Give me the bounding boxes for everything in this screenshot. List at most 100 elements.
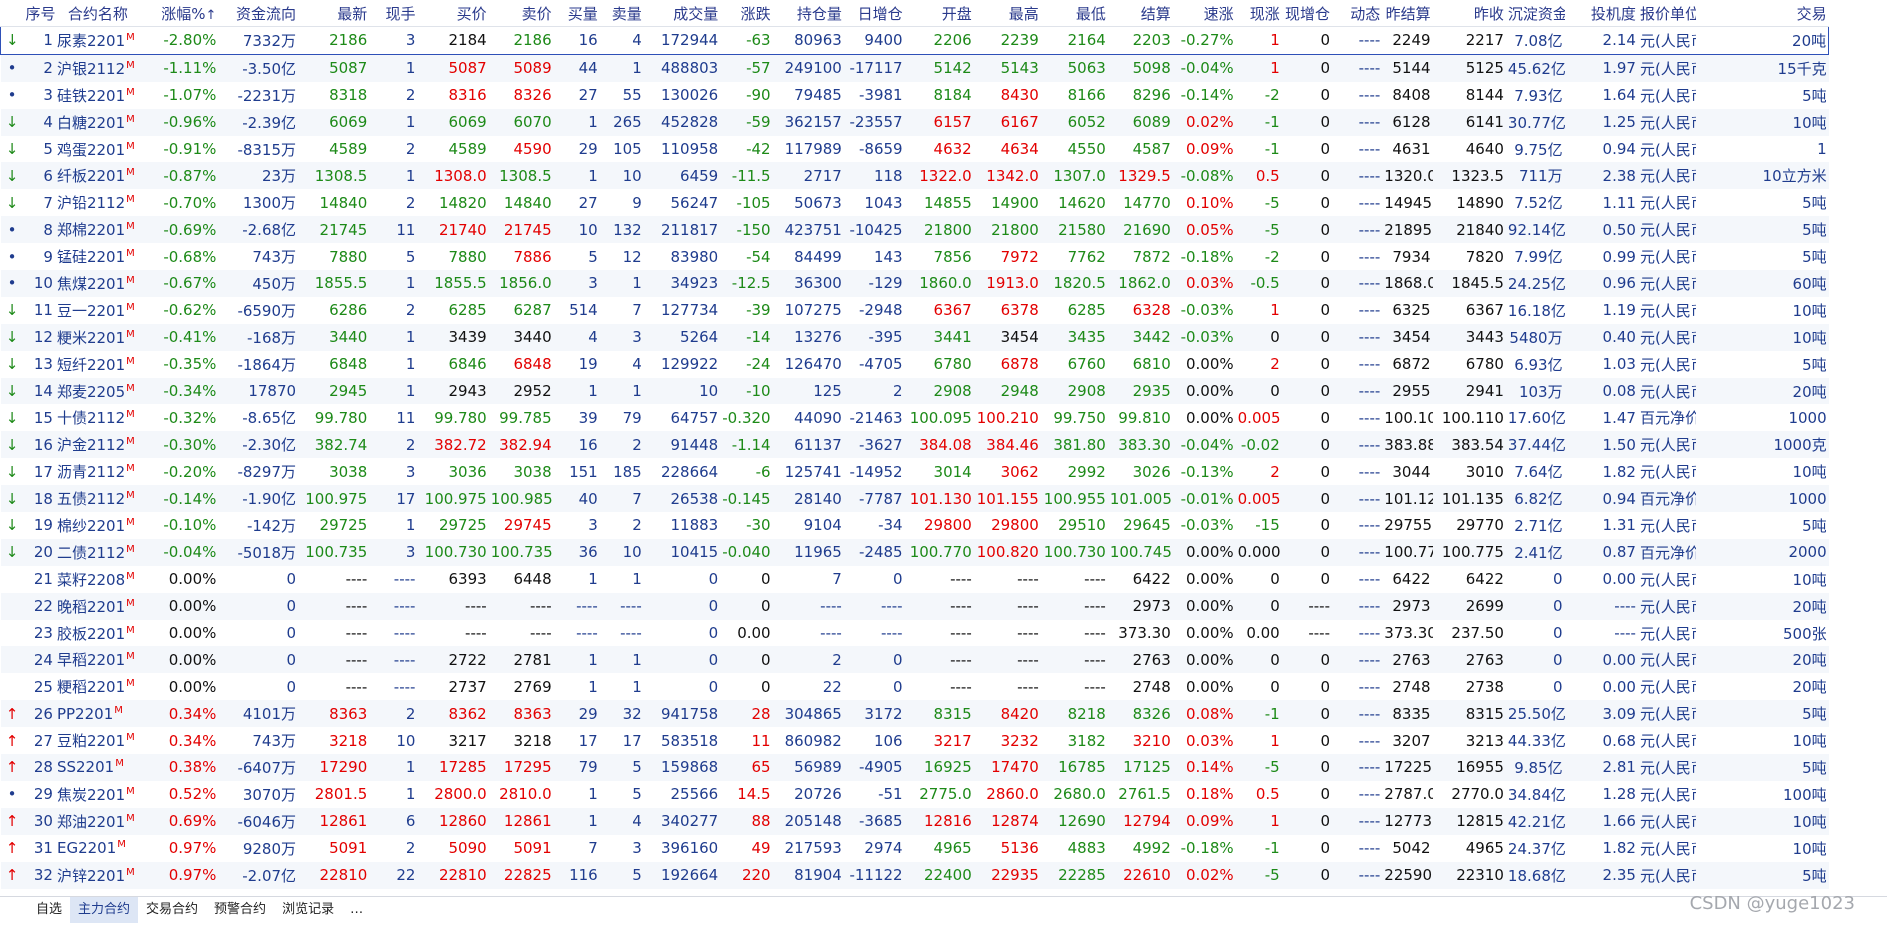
table-row[interactable]: ↑ 26 PP2201M 0.34% 4101万 8363 2 8362 8363 29 32 941… <box>0 700 1887 728</box>
table-row[interactable]: • 10 焦煤2201M -0.67% 450万 1855.5 1 1855.5 1856.0 3… <box>0 270 1887 297</box>
header-ask[interactable]: 卖价 <box>488 0 554 27</box>
header-settle[interactable]: 结算 <box>1107 0 1173 27</box>
table-row[interactable]: ↓ 12 粳米2201M -0.41% -168万 3440 1 3439 3440 4 3 5264… <box>0 323 1887 351</box>
header-bidv[interactable]: 买量 <box>553 0 600 27</box>
empty-indicator <box>1 620 24 647</box>
table-row[interactable]: ↓ 18 五债2112M -0.14% -1.90亿 100.975 17 100.975 10… <box>0 485 1887 513</box>
table-row[interactable]: ↓ 16 沪金2112M -0.30% -2.30亿 382.74 2 382.72 382.9… <box>0 431 1887 459</box>
table-row[interactable]: ↓ 5 鸡蛋2201M -0.91% -8315万 4589 2 4589 4590 29 105 1… <box>1 136 1887 163</box>
tab-2[interactable]: 交易合约 <box>138 897 206 923</box>
header-vol[interactable]: 成交量 <box>643 0 721 27</box>
header-cur[interactable]: 现涨 <box>1235 0 1282 27</box>
table-row[interactable]: 24 早稻2201M 0.00% 0 ---- ---- 2722 2781 1 1 0 0 2 0 ---… <box>0 646 1887 674</box>
cell-curoi: 0 <box>1281 54 1333 82</box>
table-row[interactable]: ↑ 28 SS2201M 0.38% -6407万 17290 1 17285 17295 79 5… <box>0 754 1887 781</box>
table-row[interactable]: • 8 郑棉2201M -0.69% -2.68亿 21745 11 21740 21745 10… <box>0 216 1887 244</box>
header-hand[interactable]: 现手 <box>369 0 418 27</box>
table-row[interactable]: ↑ 30 郑油2201M 0.69% -6046万 12861 6 12860 12861 1 4 3… <box>0 807 1887 835</box>
header-name[interactable]: 合约名称 <box>54 0 141 27</box>
header-bid[interactable]: 买价 <box>417 0 489 27</box>
cell-unit: 元(人民币)/吨 <box>1637 700 1696 728</box>
cell-curoi: 0 <box>1281 646 1333 674</box>
cell-pclose: 12815 <box>1432 807 1506 835</box>
table-row[interactable]: ↓ 14 郑麦2205M -0.34% 17870 2945 1 2943 2952 1 1 10 -1… <box>0 377 1887 405</box>
cell-unit: 元(人民币)/吨 <box>1637 861 1696 889</box>
cell-open: 2775.0 <box>919 785 972 804</box>
cell-askv: 10 <box>599 538 644 566</box>
table-row[interactable]: ↓ 17 沥青2112M -0.20% -8297万 3038 3 3036 3038 151 18… <box>1 458 1887 485</box>
tab-3[interactable]: 预警合约 <box>206 897 274 923</box>
header-dyn[interactable]: 动态 <box>1332 0 1383 27</box>
cell-settle: 2761.5 <box>1118 785 1171 804</box>
header-cap[interactable]: 沉淀资金 <box>1505 0 1565 27</box>
tab-0[interactable]: 自选 <box>28 897 70 923</box>
cell-curoi: 0 <box>1281 485 1333 513</box>
cell-open: ---- <box>904 592 974 620</box>
table-row[interactable]: ↓ 20 二债2112M -0.04% -5018万 100.735 3 100.730 100… <box>0 538 1887 566</box>
cell-psettle: 5144 <box>1382 54 1433 82</box>
header-speed[interactable]: 速涨 <box>1172 0 1236 27</box>
tab-1[interactable]: 主力合约 <box>70 897 139 923</box>
cell-low: ---- <box>1084 624 1106 643</box>
cell-cap: 24.37亿 <box>1507 839 1565 858</box>
table-row[interactable]: ↓ 19 棉纱2201M -0.10% -142万 29725 1 29725 29745 3 2 1… <box>1 512 1887 539</box>
table-row[interactable]: ↓ 11 豆一2201M -0.62% -6590万 6286 2 6285 6287 514 7 1… <box>1 297 1887 324</box>
table-row[interactable]: ↓ 6 纤板2201M -0.87% 23万 1308.5 1 1308.0 1308.5 1 10… <box>0 162 1887 190</box>
header-open[interactable]: 开盘 <box>904 0 974 27</box>
cell-askv: 7 <box>599 485 644 513</box>
table-row[interactable]: 25 粳稻2201M 0.00% 0 ---- ---- 2737 2769 1 1 0 0 22 0 --… <box>1 673 1887 700</box>
header-no[interactable]: 序号 <box>23 0 55 27</box>
table-row[interactable]: • 9 锰硅2201M -0.68% 743万 7880 5 7880 7886 5 12 83980… <box>1 243 1887 270</box>
cell-diff: 0.00 <box>737 624 771 643</box>
header-spec[interactable]: 投机度 <box>1564 0 1638 27</box>
header-flow[interactable]: 资金流向 <box>218 0 299 27</box>
tab-4[interactable]: 浏览记录 <box>274 897 342 923</box>
cell-cap: 7.93亿 <box>1514 86 1563 105</box>
cell-doi: -10425 <box>843 216 905 244</box>
tab-5[interactable]: … <box>342 897 371 923</box>
header-unit[interactable]: 报价单位 <box>1637 0 1696 27</box>
table-row[interactable]: 21 菜籽2208M 0.00% 0 ---- ---- 6393 6448 1 1 0 0 7 0 ---… <box>1 566 1887 593</box>
table-row[interactable]: ↓ 4 白糖2201M -0.96% -2.39亿 6069 1 6069 6070 1 265 45… <box>0 108 1887 136</box>
header-chg[interactable]: 涨幅%↑ <box>140 0 219 27</box>
contract-name: 棉纱2201 <box>56 516 126 535</box>
header-askv[interactable]: 卖量 <box>599 0 644 27</box>
cell-unit: 元(人民币)/吨 <box>1639 570 1696 589</box>
header-pclose[interactable]: 昨收 <box>1432 0 1506 27</box>
header-low[interactable]: 最低 <box>1040 0 1108 27</box>
table-row[interactable]: ↓ 15 十债2112M -0.32% -8.65亿 99.780 11 99.780 99.7… <box>1 404 1887 431</box>
table-row[interactable]: ↓ 7 沪铅2112M -0.70% 1300万 14840 2 14820 14840 27 9 5… <box>1 189 1887 216</box>
header-psettle[interactable]: 昨结算 <box>1382 0 1433 27</box>
table-row[interactable]: • 3 硅铁2201M -1.07% -2231万 8318 2 8316 8326 27 55 13… <box>1 82 1887 109</box>
cell-curoi: 0 <box>1281 162 1333 190</box>
table-row[interactable]: ↑ 32 沪锌2201M 0.97% -2.07亿 22810 22 22810 22825 11… <box>0 861 1887 889</box>
cell-dyn: ---- <box>1358 247 1381 266</box>
table-row[interactable]: ↓ 13 短纤2201M -0.35% -1864万 6848 1 6846 6848 19 4 12… <box>1 351 1887 378</box>
cell-bid: 6846 <box>448 355 487 374</box>
cell-flow: 23万 <box>218 162 299 190</box>
sort-asc-icon: ↑ <box>205 7 217 23</box>
table-row[interactable]: • 29 焦炭2201M 0.52% 3070万 2801.5 1 2800.0 2810.0 1… <box>1 781 1887 808</box>
cell-settle: 373.30 <box>1118 624 1171 643</box>
table-row[interactable]: ↑ 27 豆粕2201M 0.34% 743万 3218 10 3217 3218 17 17 583… <box>1 727 1887 754</box>
header-doi[interactable]: 日增仓 <box>843 0 905 27</box>
cell-settle: 17125 <box>1107 754 1173 781</box>
header-high[interactable]: 最高 <box>973 0 1041 27</box>
header-trade[interactable]: 交易 <box>1695 0 1829 27</box>
cell-spec: 2.35 <box>1564 861 1638 889</box>
cell-spec: 0.96 <box>1564 270 1638 297</box>
cell-low: 8166 <box>1067 86 1106 105</box>
table-row[interactable]: 22 晚稻2201M 0.00% 0 ---- ---- ---- ---- ---- ---- 0… <box>0 592 1887 620</box>
table-row[interactable]: ↑ 31 EG2201M 0.97% 9280万 5091 2 5090 5091 7 3 39616… <box>1 835 1887 862</box>
cell-bidv: 16 <box>553 431 600 459</box>
table-row[interactable]: ↓ 1 尿素2201M -2.80% 7332万 2186 3 2184 2186 16 4 1729… <box>0 26 1887 55</box>
table-row[interactable]: 23 胶板2201M 0.00% 0 ---- ---- ---- ---- ---- ---- 0… <box>1 620 1887 647</box>
header-last[interactable]: 最新 <box>298 0 370 27</box>
cell-open: 3441 <box>904 323 974 351</box>
table-row[interactable]: • 2 沪银2112M -1.11% -3.50亿 5087 1 5087 5089 44 1 488… <box>0 54 1887 82</box>
header-oi[interactable]: 持仓量 <box>772 0 844 27</box>
header-curoi[interactable]: 现增仓 <box>1281 0 1333 27</box>
cell-askv: 79 <box>622 408 642 427</box>
cell-askv: 9 <box>632 193 642 212</box>
header-diff[interactable]: 涨跌 <box>720 0 773 27</box>
